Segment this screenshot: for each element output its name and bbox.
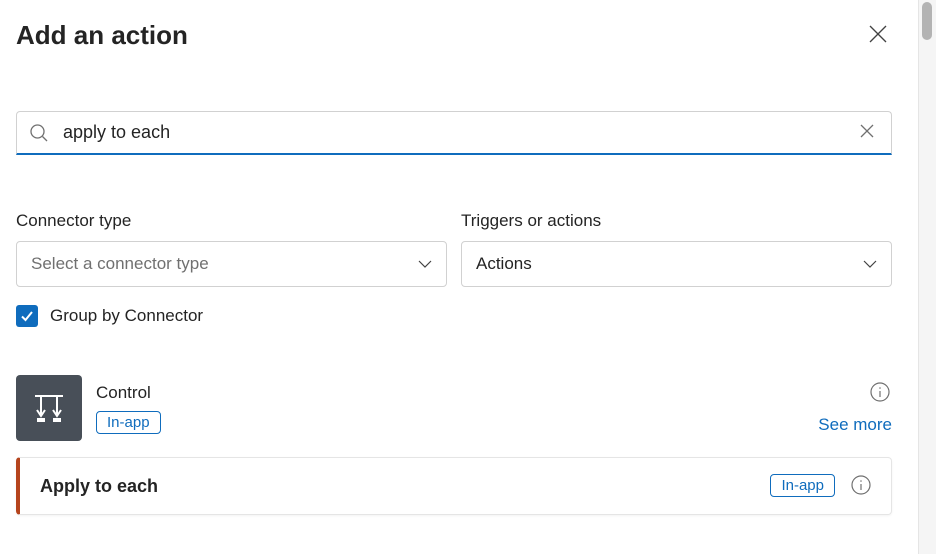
info-icon (870, 382, 890, 405)
connector-badge: In-app (96, 411, 161, 434)
check-icon (20, 309, 34, 323)
clear-icon (860, 124, 874, 141)
search-input[interactable] (63, 122, 855, 143)
connector-type-filter: Connector type Select a connector type (16, 211, 447, 287)
action-apply-to-each[interactable]: Apply to each In-app (16, 457, 892, 515)
connector-type-label: Connector type (16, 211, 447, 231)
group-by-checkbox[interactable] (16, 305, 38, 327)
scrollbar-thumb[interactable] (922, 2, 932, 40)
triggers-actions-label: Triggers or actions (461, 211, 892, 231)
connector-type-value: Select a connector type (31, 254, 209, 274)
group-by-row: Group by Connector (16, 305, 892, 327)
filters-row: Connector type Select a connector type T… (16, 211, 892, 287)
action-info-button[interactable] (849, 474, 873, 498)
triggers-actions-dropdown[interactable]: Actions (461, 241, 892, 287)
connector-type-dropdown[interactable]: Select a connector type (16, 241, 447, 287)
connector-actions: See more (818, 381, 892, 435)
search-icon (29, 123, 49, 143)
scrollbar[interactable] (918, 0, 936, 554)
action-title: Apply to each (40, 476, 770, 497)
close-icon (869, 25, 887, 46)
action-right: In-app (770, 474, 873, 498)
panel-header: Add an action (16, 20, 892, 51)
group-by-label: Group by Connector (50, 306, 203, 326)
triggers-actions-filter: Triggers or actions Actions (461, 211, 892, 287)
connector-info-button[interactable] (868, 381, 892, 405)
see-more-button[interactable]: See more (818, 415, 892, 435)
chevron-down-icon (418, 260, 432, 268)
search-box[interactable] (16, 111, 892, 155)
chevron-down-icon (863, 260, 877, 268)
panel-title: Add an action (16, 20, 188, 51)
control-connector-icon (16, 375, 82, 441)
connector-name: Control (96, 383, 804, 403)
triggers-actions-value: Actions (476, 254, 532, 274)
connector-group-header: Control In-app See more (16, 375, 892, 441)
info-icon (851, 475, 871, 498)
action-badge: In-app (770, 474, 835, 497)
close-button[interactable] (864, 22, 892, 50)
add-action-panel: Add an action (0, 0, 908, 554)
connector-meta: Control In-app (96, 383, 804, 434)
clear-search-button[interactable] (855, 121, 879, 145)
search-container (16, 111, 892, 155)
